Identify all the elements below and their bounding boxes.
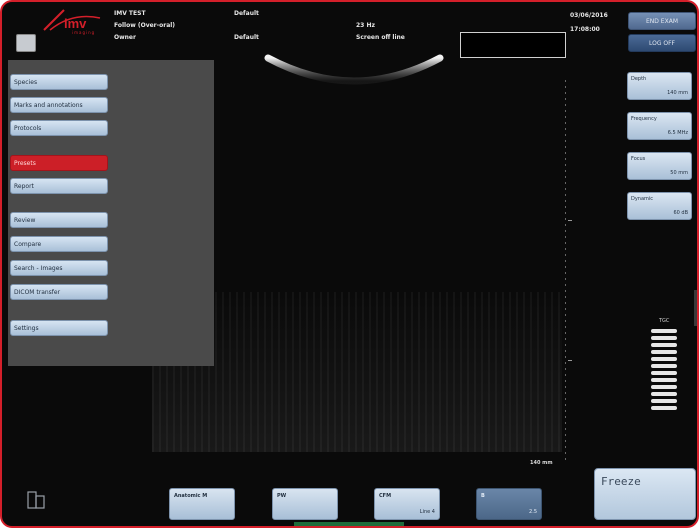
tgc-label: TGC <box>659 318 670 324</box>
menu-item-search-images[interactable]: Search - Images <box>10 260 108 276</box>
log-off-button[interactable]: LOG OFF <box>628 34 696 52</box>
end-exam-button[interactable]: END EXAM <box>628 12 696 30</box>
dynamic-label: Dynamic <box>631 196 654 202</box>
time: 17:08:00 <box>570 26 600 33</box>
tgc-slider[interactable] <box>651 378 677 382</box>
tgc-slider[interactable] <box>651 392 677 396</box>
tgc-slider[interactable] <box>651 371 677 375</box>
comment-box[interactable] <box>460 32 566 58</box>
pw-label: PW <box>277 493 287 499</box>
menu-item-settings[interactable]: Settings <box>10 320 108 336</box>
date: 03/06/2016 <box>570 12 608 19</box>
frequency-label: Frequency <box>631 116 657 122</box>
cfm-value: Line 4 <box>419 509 435 515</box>
status-strip <box>294 522 404 526</box>
ultrasound-screen: imv imaging IMV TEST Follow (Over-oral) … <box>0 0 699 528</box>
tgc-slider[interactable] <box>651 336 677 340</box>
b-mode-value: 2.5 <box>529 509 537 515</box>
tgc-slider[interactable] <box>651 329 677 333</box>
depth-readout: 140 mm <box>530 460 553 466</box>
menu-item-report[interactable]: Report <box>10 178 108 194</box>
cfm-label: CFM <box>379 493 392 499</box>
tgc-slider[interactable] <box>651 385 677 389</box>
cfm-button[interactable]: CFM Line 4 <box>374 488 440 520</box>
menu-item-protocols[interactable]: Protocols <box>10 120 108 136</box>
tgc-slider[interactable] <box>651 406 677 410</box>
frame-rate: 23 Hz <box>356 22 375 29</box>
depth-value: 140 mm <box>667 90 688 96</box>
anatomic-m-button[interactable]: Anatomic M <box>169 488 235 520</box>
tgc-sliders[interactable] <box>650 329 678 419</box>
frequency-control[interactable]: Frequency 6.5 MHz <box>627 112 692 140</box>
focus-value: 50 mm <box>670 170 688 176</box>
operator: Owner <box>114 34 136 41</box>
logo-text: imv <box>64 16 87 31</box>
b-mode-button[interactable]: B 2.5 <box>476 488 542 520</box>
tgc-slider[interactable] <box>651 350 677 354</box>
depth-scale <box>565 80 566 462</box>
probe-icon[interactable] <box>26 490 46 510</box>
dynamic-value: 60 dB <box>673 210 688 216</box>
pw-button[interactable]: PW <box>272 488 338 520</box>
menu-item-marks[interactable]: Marks and annotations <box>10 97 108 113</box>
anatomic-m-label: Anatomic M <box>174 493 208 499</box>
frequency-value: 6.5 MHz <box>667 130 688 136</box>
status-text: Screen off line <box>356 34 405 41</box>
focus-label: Focus <box>631 156 646 162</box>
side-handle[interactable] <box>694 290 697 326</box>
logo-subtext: imaging <box>72 30 96 35</box>
depth-label: Depth <box>631 76 647 82</box>
menu-item-compare[interactable]: Compare <box>10 236 108 252</box>
depth-control[interactable]: Depth 140 mm <box>627 72 692 100</box>
menu-item-species[interactable]: Species <box>10 74 108 90</box>
freeze-label: Freeze <box>601 475 641 488</box>
focus-control[interactable]: Focus 50 mm <box>627 152 692 180</box>
tgc-slider[interactable] <box>651 357 677 361</box>
depth-tick <box>568 220 572 221</box>
preset-2: Default <box>234 34 259 41</box>
tgc-slider[interactable] <box>651 364 677 368</box>
tgc-slider[interactable] <box>651 343 677 347</box>
menu-item-review[interactable]: Review <box>10 212 108 228</box>
dynamic-control[interactable]: Dynamic 60 dB <box>627 192 692 220</box>
exam-type: Follow (Over-oral) <box>114 22 176 29</box>
b-mode-label: B <box>481 493 485 499</box>
preset-1: Default <box>234 10 259 17</box>
probe-button[interactable] <box>16 34 36 52</box>
depth-tick <box>568 360 572 361</box>
menu-item-presets[interactable]: Presets <box>10 155 108 171</box>
freeze-button[interactable]: Freeze <box>594 468 696 520</box>
probe-footprint <box>264 54 444 85</box>
tgc-slider[interactable] <box>651 399 677 403</box>
menu-item-dicom[interactable]: DICOM transfer <box>10 284 108 300</box>
patient-name: IMV TEST <box>114 10 146 17</box>
